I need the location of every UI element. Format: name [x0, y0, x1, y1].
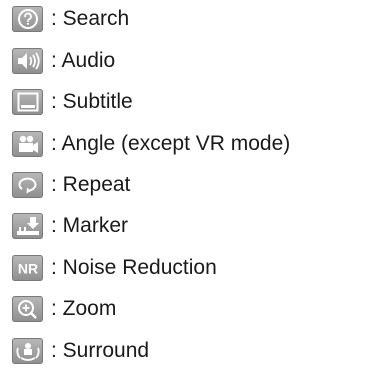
legend-item-subtitle: : Subtitle — [12, 87, 133, 117]
legend-item-audio: : Audio — [12, 46, 115, 76]
legend-item-surround: : Surround — [12, 336, 149, 366]
legend-label-audio: : Audio — [51, 49, 116, 72]
legend-item-noise-reduction: NR : Noise Reduction — [12, 253, 217, 283]
icon-legend: : Search : Audio : Subtitle: Angle (exc… — [0, 0, 366, 374]
legend-item-zoom: : Zoom — [12, 294, 116, 324]
legend-item-angle: : Angle (except VR mode) — [12, 129, 290, 159]
surround-icon — [12, 338, 43, 364]
legend-item-marker: : Marker — [12, 211, 128, 241]
noise-reduction-icon: NR — [12, 255, 43, 281]
legend-label-marker: : Marker — [51, 214, 129, 237]
zoom-icon — [12, 296, 43, 322]
audio-icon — [12, 48, 43, 74]
legend-label-surround: : Surround — [51, 339, 150, 362]
marker-icon — [12, 213, 43, 239]
legend-label-angle: : Angle (except VR mode) — [51, 132, 291, 155]
legend-label-noise-reduction: : Noise Reduction — [51, 256, 217, 279]
legend-label-repeat: : Repeat — [51, 173, 131, 196]
search-icon — [12, 6, 43, 32]
angle-icon — [12, 131, 43, 157]
legend-item-search: : Search — [12, 4, 129, 34]
repeat-icon — [12, 172, 43, 198]
legend-label-search: : Search — [51, 7, 130, 30]
legend-label-subtitle: : Subtitle — [51, 90, 133, 113]
legend-item-repeat: : Repeat — [12, 170, 130, 200]
subtitle-icon — [12, 89, 43, 115]
legend-label-zoom: : Zoom — [51, 297, 117, 320]
noise-reduction-icon-text: NR — [17, 261, 37, 277]
